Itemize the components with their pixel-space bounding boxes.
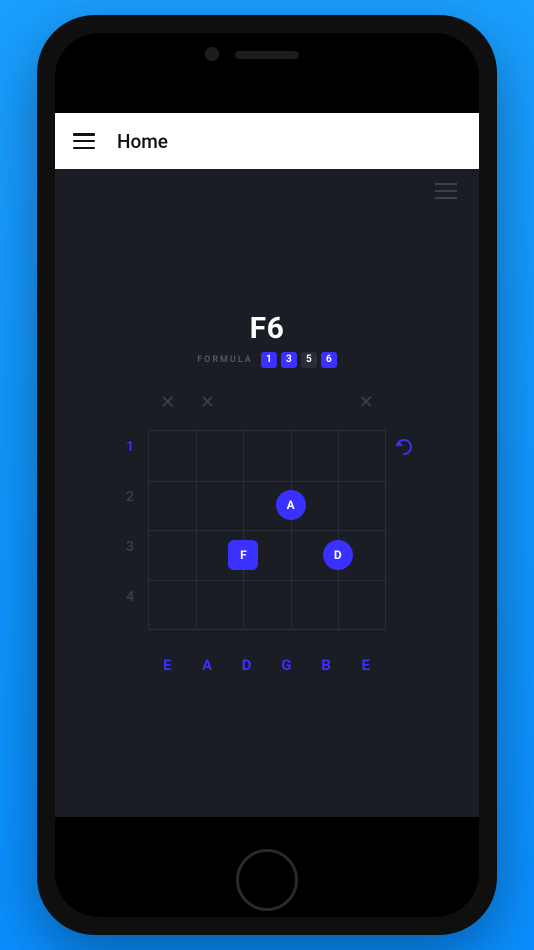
content-area: F6 FORMULA 1356 ✕ ✕ ✕ (55, 169, 479, 674)
mute-marker-icon: ✕ (160, 392, 175, 413)
app-screen: Home F6 FORMULA 1356 ✕ (55, 113, 479, 817)
fret-number[interactable]: 2 (126, 489, 134, 505)
fret-number[interactable]: 4 (126, 589, 134, 605)
home-button[interactable] (236, 849, 298, 911)
device-camera (205, 47, 219, 61)
fret-note[interactable]: D (323, 540, 353, 570)
reset-icon[interactable] (393, 436, 416, 459)
string-label: G (267, 656, 307, 674)
string-label: E (346, 656, 386, 674)
app-header: Home (55, 113, 479, 169)
menu-icon[interactable] (73, 133, 95, 149)
chord-formula-row: FORMULA 1356 (71, 352, 463, 368)
string-label: E (148, 656, 188, 674)
device-earpiece (235, 51, 299, 59)
content-menu-icon[interactable] (435, 183, 457, 199)
device-frame: Home F6 FORMULA 1356 ✕ (37, 15, 497, 935)
fret-note[interactable]: F (228, 540, 258, 570)
mute-marker-icon: ✕ (200, 392, 215, 413)
string-labels-row: EADGBE (112, 656, 422, 674)
fret-note[interactable]: A (276, 490, 306, 520)
fretboard-grid: 1 2 3 4 AF D (112, 422, 422, 630)
grid-lines: AF D (148, 430, 386, 630)
mute-marker-icon: ✕ (359, 392, 374, 413)
string-label: B (307, 656, 347, 674)
chord-name: F6 (71, 311, 463, 346)
formula-label: FORMULA (197, 355, 253, 365)
grid-container: AF D (148, 430, 386, 630)
fretboard: ✕ ✕ ✕ 1234 AFD (112, 390, 422, 674)
top-markers-row: ✕ ✕ ✕ (112, 390, 422, 414)
chord-section: F6 FORMULA 1356 (71, 311, 463, 368)
device-inner: Home F6 FORMULA 1356 ✕ (55, 33, 479, 917)
formula-interval[interactable]: 3 (281, 352, 297, 368)
fret-number[interactable]: 1 (126, 439, 134, 455)
fret-right-column (386, 422, 422, 630)
formula-interval[interactable]: 5 (301, 352, 317, 368)
string-label: A (188, 656, 228, 674)
formula-interval[interactable]: 6 (321, 352, 337, 368)
fret-numbers-column: 1 2 3 4 (112, 422, 148, 630)
formula-interval[interactable]: 1 (261, 352, 277, 368)
fret-number[interactable]: 3 (126, 539, 134, 555)
page-title: Home (117, 130, 168, 153)
string-label: D (227, 656, 267, 674)
